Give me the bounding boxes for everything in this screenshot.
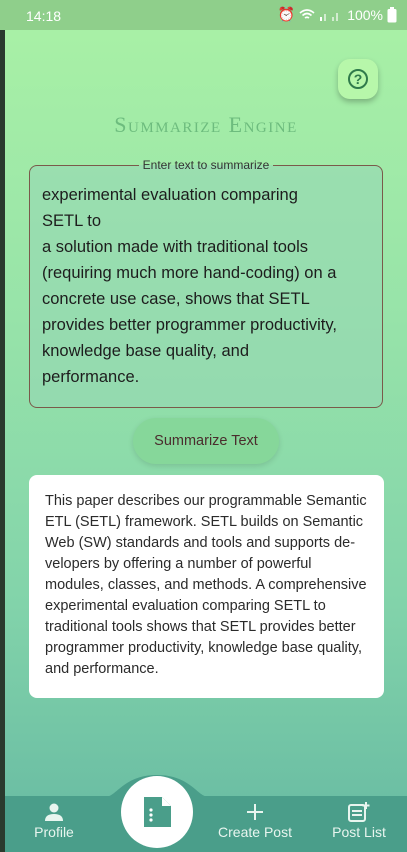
post-list-icon	[348, 802, 370, 822]
summarize-button[interactable]: Summarize Text	[133, 418, 279, 464]
wifi-icon	[299, 8, 315, 19]
nav-label-profile: Profile	[34, 824, 74, 840]
help-button[interactable]: ?	[338, 59, 378, 99]
summary-text: This paper describes our programmable Se…	[45, 493, 367, 677]
summarize-input-field[interactable]: Enter text to summarize experimental eva…	[29, 158, 383, 408]
input-text[interactable]: experimental evaluation comparing SETL t…	[42, 182, 370, 390]
status-time: 14:18	[26, 8, 62, 24]
bottom-nav: Profile Create Post Post List	[5, 796, 407, 852]
plus-icon	[247, 804, 263, 820]
status-icons: ⏰ 100%	[278, 6, 397, 23]
help-icon: ?	[348, 69, 368, 89]
summary-result-card: This paper describes our programmable Se…	[29, 475, 384, 698]
signal-icon	[320, 12, 339, 21]
alarm-icon: ⏰	[277, 6, 296, 22]
battery-percentage: 100%	[347, 6, 383, 23]
nav-item-create-post[interactable]: Create Post	[210, 796, 300, 852]
nav-item-post-list[interactable]: Post List	[323, 796, 395, 852]
nav-item-summarize[interactable]	[121, 776, 193, 848]
nav-notch	[5, 775, 407, 797]
nav-label-post-list: Post List	[332, 824, 386, 840]
status-bar: 14:18 ⏰ 100%	[0, 0, 407, 30]
app-screen: ? Summarize Engine Enter text to summari…	[5, 30, 407, 852]
document-icon	[144, 797, 171, 827]
input-legend: Enter text to summarize	[142, 158, 270, 172]
nav-item-profile[interactable]: Profile	[25, 796, 83, 852]
person-icon	[45, 803, 63, 821]
nav-label-create-post: Create Post	[218, 824, 292, 840]
battery-icon	[387, 6, 397, 22]
page-title: Summarize Engine	[114, 112, 298, 137]
